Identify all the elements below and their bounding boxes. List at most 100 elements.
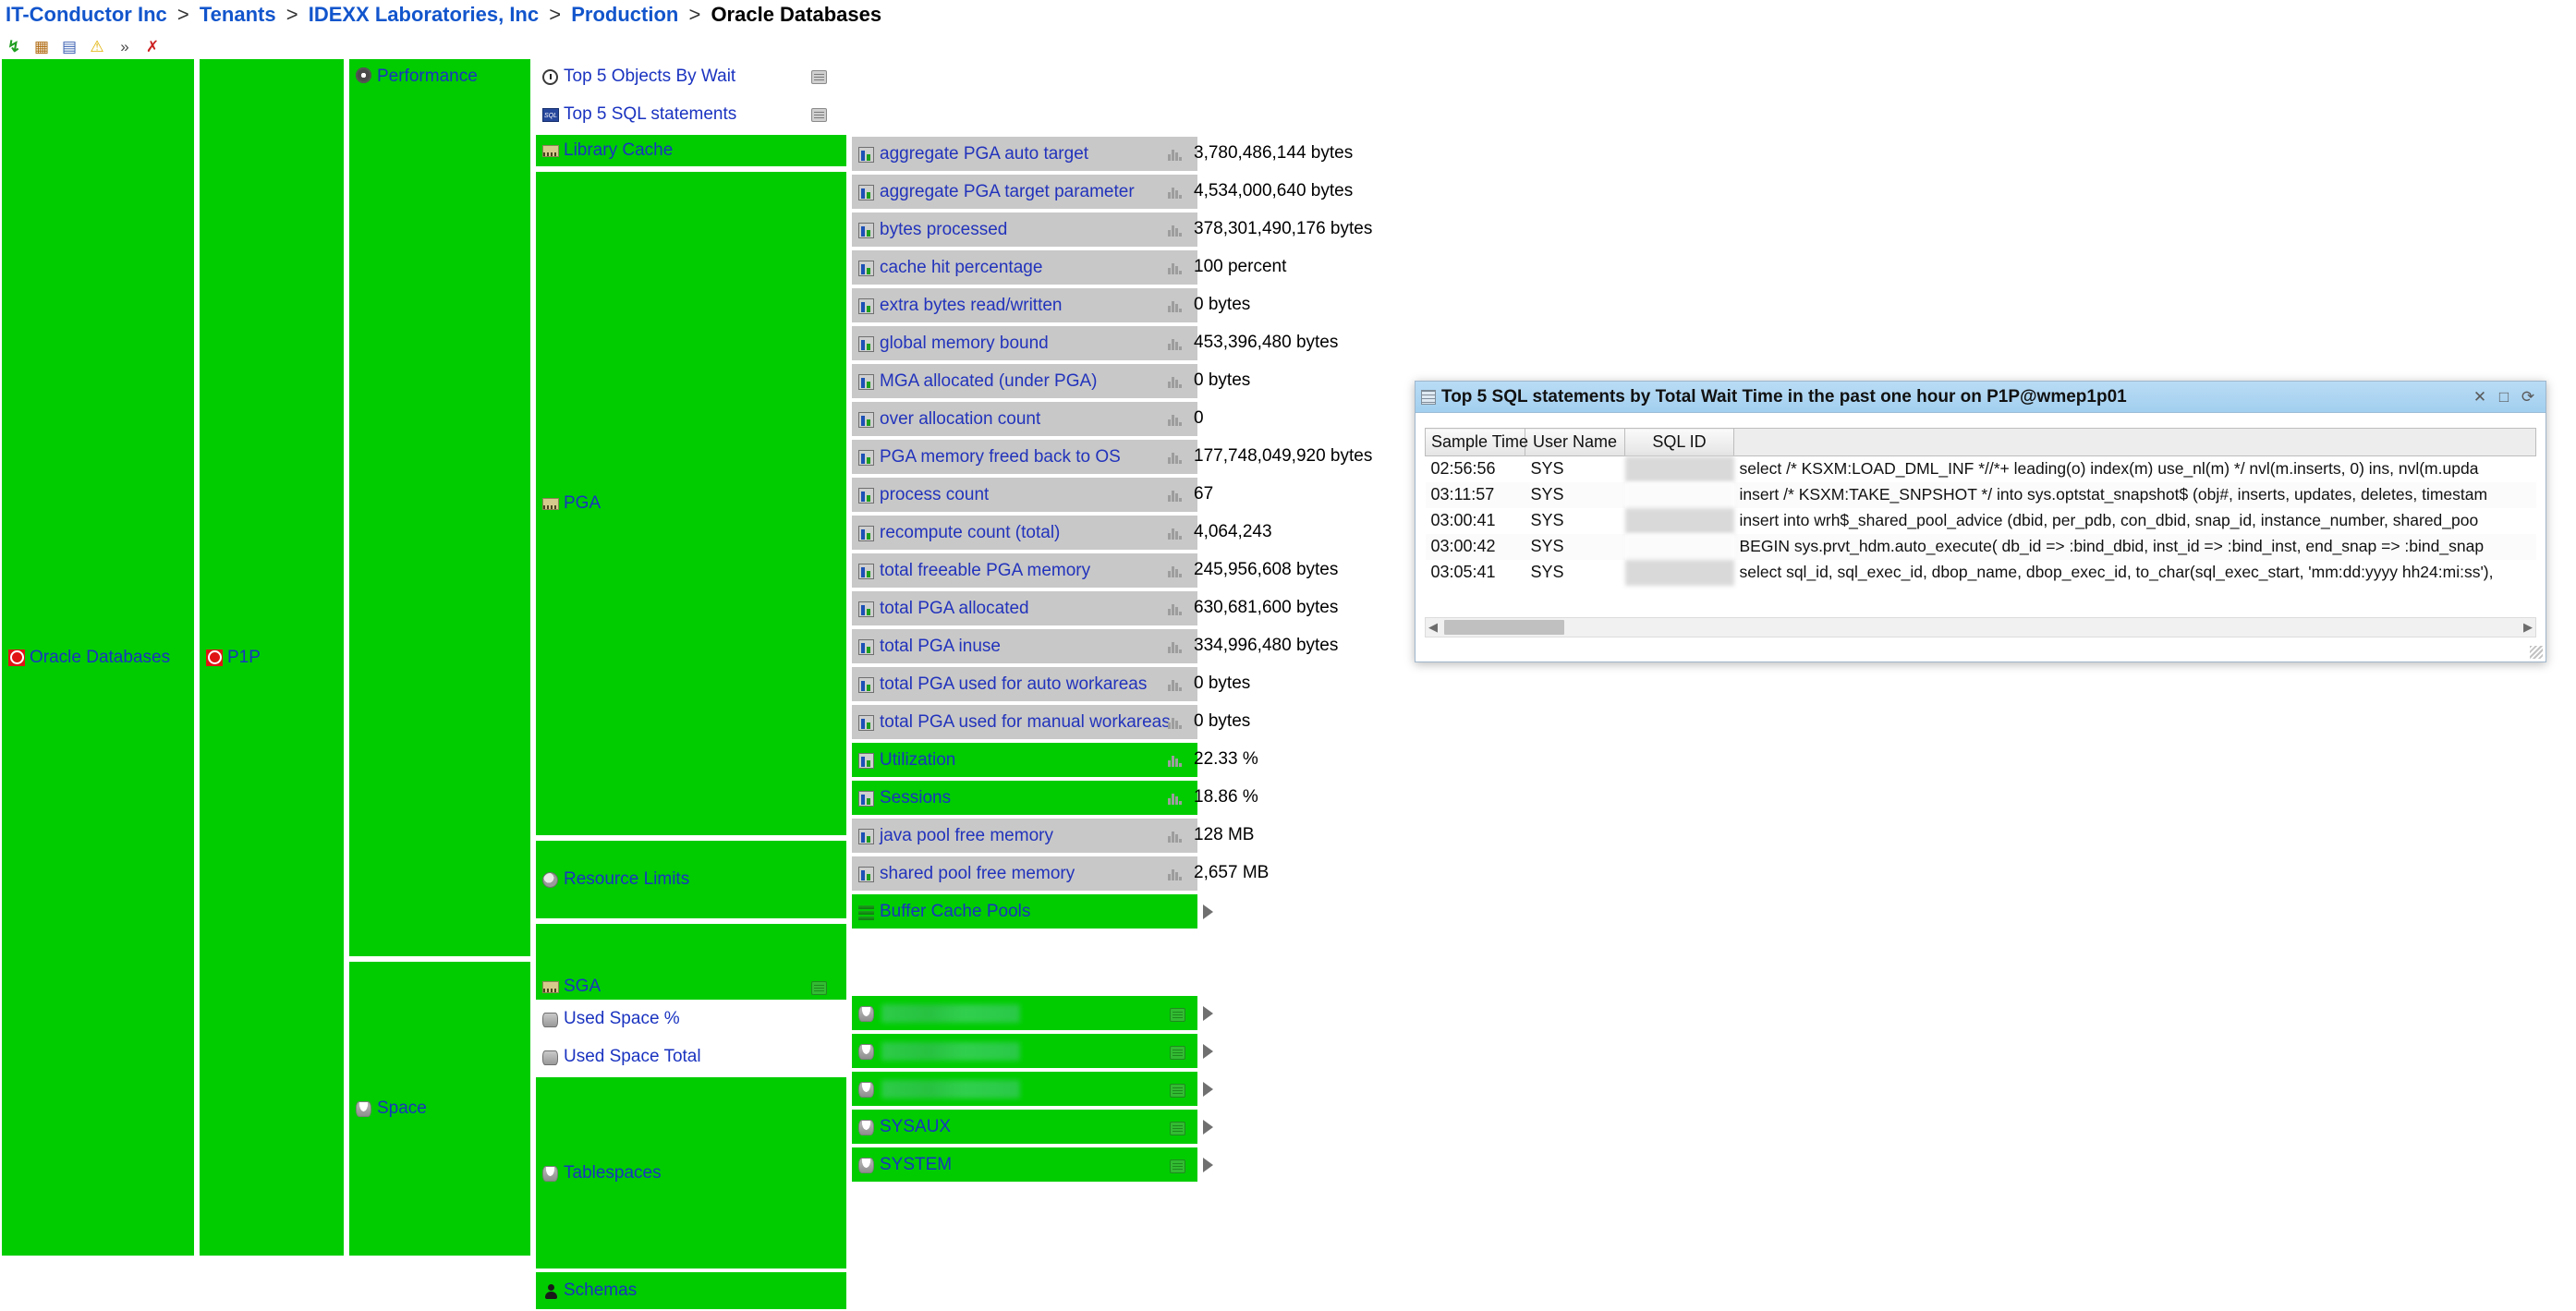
resize-grip[interactable]: [2530, 646, 2543, 659]
metric-row[interactable]: recompute count (total): [850, 514, 1199, 552]
column-header-sql-id[interactable]: SQL ID: [1624, 428, 1734, 456]
breadcrumb-item-2[interactable]: IDEXX Laboratories, Inc: [309, 3, 539, 26]
table-row[interactable]: 03:00:41 SYS insert into wrh$_shared_poo…: [1426, 507, 2536, 534]
report-icon[interactable]: ▤: [59, 37, 79, 57]
metric-row-java-pool-free-memory[interactable]: java pool free memory: [850, 817, 1199, 855]
close-icon[interactable]: ✕: [2468, 385, 2492, 409]
metric-row[interactable]: MGA allocated (under PGA): [850, 362, 1199, 400]
tree-node-library-cache[interactable]: Library Cache: [534, 133, 848, 168]
tree-node-tablespaces[interactable]: Tablespaces: [534, 1075, 848, 1270]
metric-sparkline-icon[interactable]: [1168, 449, 1185, 464]
maximize-icon[interactable]: □: [2492, 385, 2516, 409]
metric-sparkline-icon[interactable]: [1168, 335, 1185, 350]
tree-node-buffer-cache-pools[interactable]: Buffer Cache Pools: [850, 892, 1199, 930]
metric-row[interactable]: process count: [850, 476, 1199, 514]
metric-sparkline-icon[interactable]: [1168, 790, 1185, 805]
tablespace-row[interactable]: [850, 994, 1199, 1032]
metric-row[interactable]: extra bytes read/written: [850, 286, 1199, 324]
metric-sparkline-icon[interactable]: [1168, 714, 1185, 729]
tree-node-schemas[interactable]: Schemas: [534, 1270, 848, 1311]
tree-node-p1p[interactable]: P1P: [198, 57, 346, 1257]
refresh-icon[interactable]: ⟳: [2516, 385, 2540, 409]
metric-sparkline-icon[interactable]: [1168, 866, 1185, 880]
metric-row[interactable]: PGA memory freed back to OS: [850, 438, 1199, 476]
metric-sparkline-icon[interactable]: [1168, 146, 1185, 161]
tablespace-row[interactable]: [850, 1032, 1199, 1070]
metric-sparkline-icon[interactable]: [1168, 487, 1185, 502]
metric-row[interactable]: total PGA used for manual workareas: [850, 703, 1199, 741]
tablespace-chart-button[interactable]: [1170, 1159, 1185, 1173]
scroll-right-arrow-icon[interactable]: ▶: [2521, 620, 2535, 635]
sga-chart-button[interactable]: [811, 981, 827, 995]
tree-node-oracle-databases[interactable]: Oracle Databases: [0, 57, 196, 1257]
metric-sparkline-icon[interactable]: [1168, 260, 1185, 274]
scroll-left-arrow-icon[interactable]: ◀: [1426, 620, 1440, 635]
metric-row-shared-pool-free-memory[interactable]: shared pool free memory: [850, 855, 1199, 892]
dialog-titlebar[interactable]: Top 5 SQL statements by Total Wait Time …: [1416, 382, 2546, 413]
metric-row[interactable]: total PGA used for auto workareas: [850, 665, 1199, 703]
tablespace-row[interactable]: [850, 1070, 1199, 1108]
top5-sql-chart-button[interactable]: [811, 108, 827, 122]
tablespace-expander-icon[interactable]: [1203, 1158, 1213, 1172]
metric-row[interactable]: total PGA inuse: [850, 627, 1199, 665]
column-header-sample-time[interactable]: Sample Time: [1425, 428, 1528, 456]
tablespace-row-sysaux[interactable]: SYSAUX: [850, 1108, 1199, 1146]
metric-sparkline-icon[interactable]: [1168, 676, 1185, 691]
sql-statements-dialog[interactable]: Top 5 SQL statements by Total Wait Time …: [1415, 381, 2546, 662]
metric-sparkline-icon[interactable]: [1168, 297, 1185, 312]
tree-node-top5-objects-by-wait[interactable]: Top 5 Objects By Wait: [534, 57, 848, 95]
top5-objects-chart-button[interactable]: [811, 70, 827, 84]
horizontal-scrollbar[interactable]: ◀ ▶: [1425, 617, 2536, 637]
tablespace-row-system[interactable]: SYSTEM: [850, 1146, 1199, 1184]
breadcrumb-item-0[interactable]: IT-Conductor Inc: [6, 3, 167, 26]
tree-node-space[interactable]: Space: [347, 960, 532, 1257]
metric-row[interactable]: cache hit percentage: [850, 249, 1199, 286]
metric-sparkline-icon[interactable]: [1168, 373, 1185, 388]
tree-node-performance[interactable]: Performance: [347, 57, 532, 958]
metric-row[interactable]: global memory bound: [850, 324, 1199, 362]
metric-sparkline-icon[interactable]: [1168, 828, 1185, 843]
tablespace-chart-button[interactable]: [1170, 1084, 1185, 1098]
alert-warning-icon[interactable]: ⚠: [87, 37, 107, 57]
metric-sparkline-icon[interactable]: [1168, 638, 1185, 653]
scrollbar-thumb[interactable]: [1444, 620, 1564, 635]
breadcrumb-item-1[interactable]: Tenants: [200, 3, 276, 26]
metric-row-sessions[interactable]: Sessions: [850, 779, 1199, 817]
buffer-cache-pools-expander-icon[interactable]: [1203, 904, 1213, 919]
table-row[interactable]: 03:00:42 SYS BEGIN sys.prvt_hdm.auto_exe…: [1425, 533, 2536, 560]
metric-row[interactable]: total PGA allocated: [850, 589, 1199, 627]
tablespace-expander-icon[interactable]: [1203, 1006, 1213, 1021]
tree-node-pga[interactable]: PGA: [534, 170, 848, 837]
metric-sparkline-icon[interactable]: [1168, 563, 1185, 577]
more-chevrons-icon[interactable]: »: [115, 37, 135, 57]
tablespace-chart-button[interactable]: [1170, 1008, 1185, 1022]
tablespace-chart-button[interactable]: [1170, 1122, 1185, 1135]
column-header-user-name[interactable]: User Name: [1525, 428, 1625, 456]
column-header-sql-text[interactable]: [1733, 428, 2536, 456]
metric-sparkline-icon[interactable]: [1168, 601, 1185, 615]
metric-row-utilization[interactable]: Utilization: [850, 741, 1199, 779]
metric-row[interactable]: bytes processed: [850, 211, 1199, 249]
tablespace-chart-button[interactable]: [1170, 1046, 1185, 1060]
metric-sparkline-icon[interactable]: [1168, 525, 1185, 540]
tree-node-used-space-percent[interactable]: Used Space %: [534, 1000, 848, 1038]
tablespace-expander-icon[interactable]: [1203, 1044, 1213, 1059]
metric-row[interactable]: aggregate PGA auto target: [850, 135, 1199, 173]
metric-sparkline-icon[interactable]: [1168, 411, 1185, 426]
tree-node-resource-limits[interactable]: Resource Limits: [534, 839, 848, 920]
metric-sparkline-icon[interactable]: [1168, 222, 1185, 237]
table-row[interactable]: 03:11:57 SYS insert /* KSXM:TAKE_SNPSHOT…: [1425, 481, 2536, 508]
tablespace-expander-icon[interactable]: [1203, 1120, 1213, 1135]
metric-sparkline-icon[interactable]: [1168, 752, 1185, 767]
metric-row[interactable]: aggregate PGA target parameter: [850, 173, 1199, 211]
refresh-icon[interactable]: ↯: [4, 37, 24, 57]
table-row[interactable]: 03:05:41 SYS select sql_id, sql_exec_id,…: [1426, 559, 2536, 586]
tree-node-top5-sql-statements[interactable]: SQL Top 5 SQL statements: [534, 95, 848, 133]
tablespace-expander-icon[interactable]: [1203, 1082, 1213, 1097]
grid-view-icon[interactable]: ▦: [31, 37, 52, 57]
metric-row[interactable]: over allocation count: [850, 400, 1199, 438]
tree-node-used-space-total[interactable]: Used Space Total: [534, 1038, 848, 1075]
breadcrumb-item-3[interactable]: Production: [571, 3, 678, 26]
metric-row[interactable]: total freeable PGA memory: [850, 552, 1199, 589]
table-row[interactable]: 02:56:56 SYS select /* KSXM:LOAD_DML_INF…: [1426, 455, 2536, 482]
